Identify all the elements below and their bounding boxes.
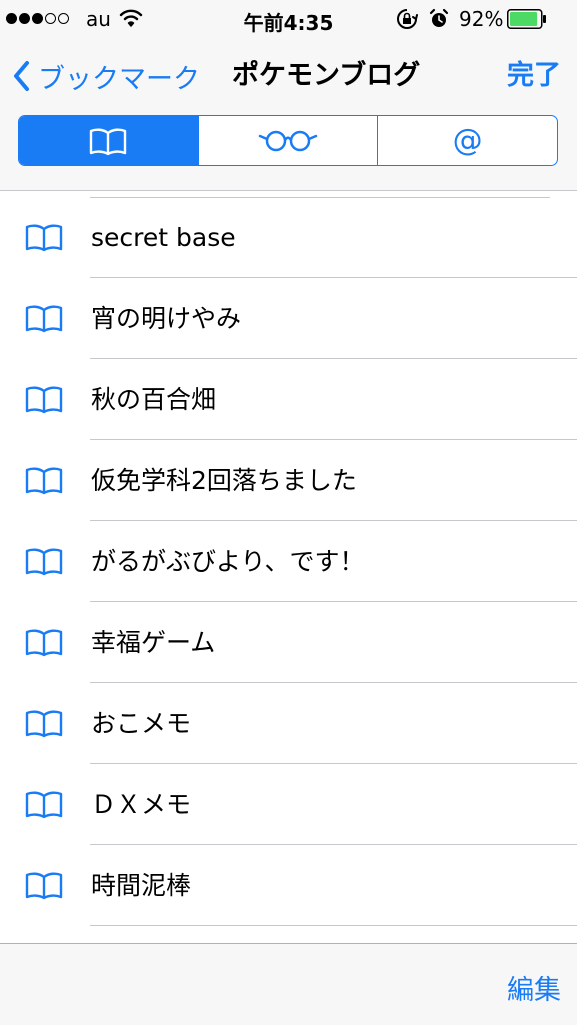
chevron-left-icon — [14, 61, 29, 91]
tab-reading-list[interactable] — [197, 116, 378, 165]
status-bar: au 午前4:35 92% — [0, 0, 577, 38]
bookmark-row[interactable]: ＤＸメモ — [0, 764, 577, 845]
battery-icon — [507, 9, 547, 29]
book-icon — [24, 788, 64, 824]
bottom-toolbar: 編集 — [0, 943, 577, 1025]
bookmark-title: 仮免学科2回落ちました — [91, 466, 357, 495]
book-icon — [24, 545, 64, 581]
bookmark-title: 幸福ゲーム — [91, 628, 216, 657]
at-sign-icon: @ — [452, 123, 483, 158]
tab-bookmarks[interactable] — [19, 116, 198, 165]
bookmark-list: secret base 宵の明けやみ 秋の百合畑仮免学科2回落ちました がるがぶびより… — [0, 197, 577, 926]
tab-shared-links[interactable]: @ — [377, 116, 557, 165]
edit-button[interactable]: 編集 — [507, 968, 561, 1007]
rotation-lock-icon — [396, 8, 418, 35]
bookmark-row[interactable]: おこメモ — [0, 683, 577, 764]
bookmark-row[interactable]: 秋の百合畑 — [0, 359, 577, 440]
segmented-control: @ — [18, 115, 558, 166]
navigation-bar: ブックマーク ポケモンブログ 完了 @ — [0, 38, 577, 191]
book-icon — [24, 869, 64, 905]
book-icon — [24, 221, 64, 257]
done-button[interactable]: 完了 — [507, 58, 561, 94]
bookmark-title: がるがぶびより、です！ — [91, 547, 365, 576]
book-icon — [24, 383, 64, 419]
bookmark-title: 時間泥棒 — [91, 871, 192, 900]
book-icon — [24, 464, 64, 500]
bookmark-title: 秋の百合畑 — [91, 385, 217, 414]
bookmark-row[interactable]: secret base — [0, 197, 577, 278]
book-icon — [24, 707, 64, 743]
back-button-label: ブックマーク — [38, 63, 200, 95]
row-separator — [90, 925, 577, 926]
page-title: ポケモンブログ — [232, 60, 421, 91]
bookmark-row[interactable]: 時間泥棒 — [0, 845, 577, 926]
bookmark-title: ＤＸメモ — [91, 790, 192, 819]
bookmark-row[interactable]: がるがぶびより、です！ — [0, 521, 577, 602]
bookmark-title: おこメモ — [91, 709, 192, 738]
book-icon — [24, 626, 64, 662]
bookmark-row[interactable]: 宵の明けやみ — [0, 278, 577, 359]
back-button[interactable]: ブックマーク — [12, 58, 200, 95]
bookmark-title: 宵の明けやみ — [91, 304, 242, 333]
bookmark-row[interactable]: 幸福ゲーム — [0, 602, 577, 683]
alarm-clock-icon — [428, 8, 450, 35]
reading-glasses-icon — [258, 130, 318, 151]
bookmark-title: secret base — [91, 223, 236, 252]
book-icon — [90, 127, 127, 155]
book-icon — [24, 302, 64, 338]
battery-percent: 92% — [459, 7, 504, 31]
bookmark-row[interactable]: 仮免学科2回落ちました — [0, 440, 577, 521]
